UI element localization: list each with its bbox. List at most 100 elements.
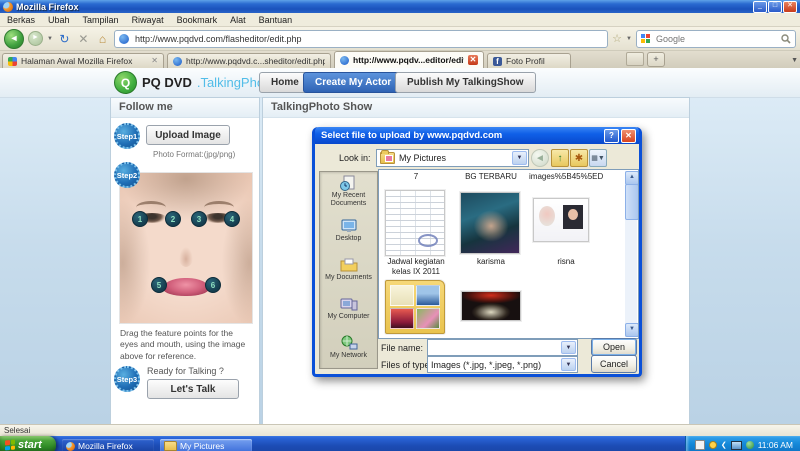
scroll-up-icon[interactable]: ▲ bbox=[625, 171, 639, 185]
scrolled-file-label[interactable]: images%5B45%5ED bbox=[529, 172, 603, 181]
menu-tampilan[interactable]: Tampilan bbox=[83, 15, 119, 25]
search-input[interactable] bbox=[654, 33, 777, 45]
tab-list-button[interactable] bbox=[626, 52, 644, 66]
file-thumbnail-stage[interactable] bbox=[461, 291, 521, 321]
all-tabs-dropdown-icon[interactable]: ▼ bbox=[791, 57, 798, 64]
new-folder-icon[interactable]: ✱ bbox=[570, 149, 588, 167]
tab-pqdvd-2-active[interactable]: http://www.pqdv...editor/edit.php ✕ bbox=[334, 51, 484, 68]
feature-point-2[interactable]: 2 bbox=[165, 211, 181, 227]
place-my-computer[interactable]: My Computer bbox=[320, 289, 377, 328]
place-recent-documents[interactable]: My Recent Documents bbox=[320, 172, 377, 211]
nose bbox=[177, 235, 195, 267]
screen: Mozilla Firefox _ □ ✕ Berkas Ubah Tampil… bbox=[0, 0, 800, 451]
scrollbar-thumb[interactable] bbox=[625, 184, 639, 220]
pqdvd-logo-icon: Q bbox=[114, 71, 137, 94]
publish-talkingshow-button[interactable]: Publish My TalkingShow bbox=[395, 72, 536, 93]
navigation-toolbar: ◄ ► ▼ ↻ ✕ ⌂ ☆ ▼ bbox=[0, 27, 800, 51]
back-button[interactable]: ◄ bbox=[4, 29, 24, 49]
tab-label: http://www.pqdvd.c...sheditor/edit.php bbox=[186, 56, 325, 66]
dialog-help-button[interactable]: ? bbox=[604, 129, 619, 143]
feature-point-5[interactable]: 5 bbox=[151, 277, 167, 293]
cancel-button[interactable]: Cancel bbox=[591, 355, 637, 373]
window-title: Mozilla Firefox bbox=[16, 2, 79, 12]
file-thumbnail-risna[interactable] bbox=[533, 198, 589, 242]
tray-messenger-icon[interactable] bbox=[695, 440, 705, 450]
new-tab-button[interactable]: + bbox=[647, 52, 665, 67]
task-button-my-pictures[interactable]: My Pictures bbox=[160, 439, 252, 451]
site-header: Q PQ DVD .TalkingPhoto Home Create My Ac… bbox=[0, 68, 800, 98]
menu-bantuan[interactable]: Bantuan bbox=[259, 15, 293, 25]
dialog-close-button[interactable]: ✕ bbox=[621, 129, 636, 143]
tray-connection-icon[interactable] bbox=[746, 441, 754, 449]
maximize-button[interactable]: □ bbox=[768, 1, 782, 13]
file-thumbnail-karisma[interactable] bbox=[460, 192, 520, 254]
tab-foto-profil[interactable]: f Foto Profil bbox=[487, 53, 571, 68]
tab-halaman-awal[interactable]: Halaman Awal Mozilla Firefox ✕ bbox=[2, 53, 164, 68]
lets-talk-button[interactable]: Let's Talk bbox=[147, 379, 239, 399]
folder-thumbnail[interactable] bbox=[385, 280, 445, 334]
files-of-type-value: Images (*.jpg, *.jpeg, *.png) bbox=[431, 360, 541, 370]
search-magnifier-icon[interactable] bbox=[781, 34, 791, 44]
menu-berkas[interactable]: Berkas bbox=[7, 15, 35, 25]
tab-close-icon[interactable]: ✕ bbox=[151, 56, 158, 66]
combo-arrow-icon[interactable]: ▼ bbox=[512, 151, 527, 165]
place-my-documents[interactable]: My Documents bbox=[320, 250, 377, 289]
feature-point-1[interactable]: 1 bbox=[132, 211, 148, 227]
feature-point-6[interactable]: 6 bbox=[205, 277, 221, 293]
tray-network-icon[interactable] bbox=[731, 441, 742, 450]
menu-alat[interactable]: Alat bbox=[230, 15, 246, 25]
tab-close-icon[interactable]: ✕ bbox=[468, 55, 478, 65]
tray-hidden-icons-chevron[interactable]: ❮ bbox=[721, 441, 727, 449]
start-button[interactable]: start bbox=[0, 436, 56, 451]
dialog-titlebar[interactable]: Select file to upload by www.pqdvd.com ?… bbox=[315, 127, 639, 144]
home-icon[interactable]: ⌂ bbox=[95, 32, 110, 46]
create-my-actor-button[interactable]: Create My Actor bbox=[303, 72, 403, 93]
up-one-level-icon[interactable]: ↑ bbox=[551, 149, 569, 167]
combo-arrow-icon[interactable]: ▼ bbox=[561, 341, 576, 354]
combo-arrow-icon[interactable]: ▼ bbox=[561, 358, 576, 371]
bookmark-star-icon[interactable]: ☆ bbox=[612, 32, 622, 45]
system-tray: ❮ 11:06 AM bbox=[685, 436, 800, 451]
tab-pqdvd-1[interactable]: http://www.pqdvd.c...sheditor/edit.php bbox=[167, 53, 331, 68]
file-thumbnail-jadwal[interactable] bbox=[385, 190, 445, 256]
url-input[interactable] bbox=[133, 33, 603, 45]
file-name-karisma[interactable]: karisma bbox=[454, 257, 528, 267]
file-name-label: File name: bbox=[381, 343, 423, 353]
file-name-combo[interactable]: ▼ bbox=[427, 339, 578, 356]
menu-ubah[interactable]: Ubah bbox=[48, 15, 70, 25]
file-name-risna[interactable]: risna bbox=[529, 257, 603, 267]
stop-icon[interactable]: ✕ bbox=[76, 32, 91, 46]
files-of-type-combo[interactable]: Images (*.jpg, *.jpeg, *.png) ▼ bbox=[427, 356, 578, 373]
bookmark-dropdown-icon[interactable]: ▼ bbox=[626, 36, 632, 42]
menu-bookmark[interactable]: Bookmark bbox=[177, 15, 218, 25]
history-dropdown-icon[interactable]: ▼ bbox=[47, 36, 53, 42]
menu-riwayat[interactable]: Riwayat bbox=[132, 15, 164, 25]
look-in-combo[interactable]: My Pictures ▼ bbox=[376, 149, 529, 167]
url-bar[interactable] bbox=[114, 30, 608, 48]
forward-button[interactable]: ► bbox=[28, 31, 43, 46]
scrolled-file-label[interactable]: 7 bbox=[379, 172, 453, 181]
view-menu-icon[interactable]: ▦▼ bbox=[589, 149, 607, 167]
minimize-button[interactable]: _ bbox=[753, 1, 767, 13]
taskbar: start Mozilla Firefox My Pictures ❮ 11:0… bbox=[0, 436, 800, 451]
drag-instruction: Drag the feature points for the eyes and… bbox=[120, 328, 250, 362]
tray-update-icon[interactable] bbox=[709, 441, 717, 449]
file-name-jadwal[interactable]: Jadwal kegiatan kelas IX 2011 bbox=[379, 257, 453, 276]
place-my-network[interactable]: My Network bbox=[320, 328, 377, 367]
open-button[interactable]: Open bbox=[591, 338, 637, 356]
reload-icon[interactable]: ↻ bbox=[57, 32, 72, 46]
face-preview-image: 1 2 3 4 5 6 bbox=[119, 172, 253, 324]
sidebar-title: Follow me bbox=[111, 98, 259, 118]
back-folder-icon[interactable]: ◄ bbox=[531, 149, 549, 167]
desktop-icon bbox=[339, 218, 359, 234]
close-button[interactable]: ✕ bbox=[783, 1, 797, 13]
scrolled-file-label[interactable]: BG TERBARU bbox=[454, 172, 528, 181]
search-box[interactable] bbox=[636, 30, 796, 48]
feature-point-4[interactable]: 4 bbox=[224, 211, 240, 227]
scroll-down-icon[interactable]: ▼ bbox=[625, 323, 639, 337]
task-button-firefox[interactable]: Mozilla Firefox bbox=[62, 439, 154, 451]
place-desktop[interactable]: Desktop bbox=[320, 211, 377, 250]
file-list-scrollbar[interactable]: ▲ ▼ bbox=[625, 171, 637, 337]
upload-image-button[interactable]: Upload Image bbox=[146, 125, 230, 145]
feature-point-3[interactable]: 3 bbox=[191, 211, 207, 227]
